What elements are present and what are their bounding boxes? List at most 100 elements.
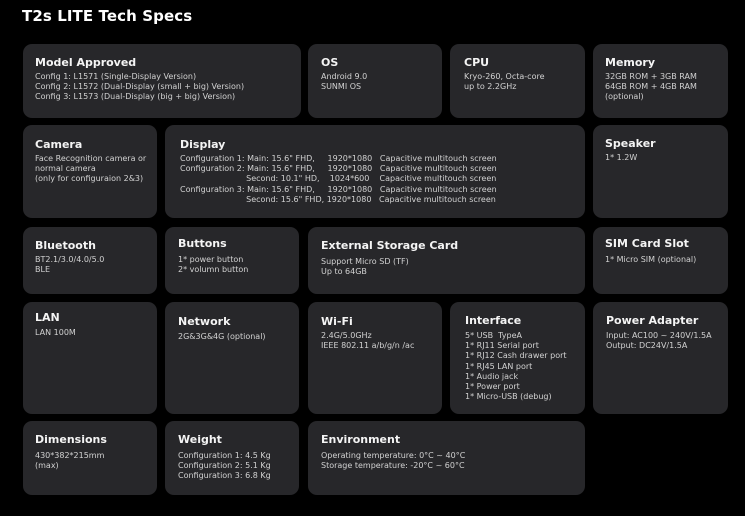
- card-title: Interface: [465, 314, 522, 327]
- card-body: 5* USB TypeA 1* RJ11 Serial port 1* RJ12 C…: [465, 331, 567, 402]
- spec-line: BT2.1/3.0/4.0/5.0: [35, 255, 105, 264]
- card-body: 2.4G/5.0GHz IEEE 802.11 a/b/g/n /ac: [321, 331, 414, 351]
- spec-line: (max): [35, 461, 59, 471]
- card-title: Bluetooth: [35, 239, 96, 252]
- spec-line: Input: AC100 ~ 240V/1.5A: [606, 331, 712, 340]
- spec-line: 2* volumn button: [178, 265, 249, 275]
- card-title: Power Adapter: [606, 314, 699, 327]
- spec-line: Config 2: L1572 (Dual-Display (small + b…: [35, 82, 245, 92]
- card-title: Memory: [605, 56, 656, 69]
- card-body: Kryo-260, Octa-core up to 2.2GHz: [464, 72, 545, 92]
- card-title: Network: [178, 315, 231, 328]
- card-body: LAN 100M: [35, 328, 76, 338]
- spec-line: Android 9.0: [321, 72, 368, 81]
- card-title: Display: [180, 138, 226, 151]
- card-title: External Storage Card: [321, 239, 459, 252]
- card-body: Configuration 1: Main: 15.6" FHD, 1920*1…: [180, 154, 497, 205]
- spec-line: BLE: [35, 265, 50, 275]
- spec-line: 430*382*215mm: [35, 451, 105, 460]
- spec-card-memory: Memory 32GB ROM + 3GB RAM 64GB ROM + 4GB …: [593, 44, 728, 118]
- spec-card-environment: Environment Operating temperature: 0°C ~…: [308, 421, 585, 495]
- card-title: Weight: [178, 433, 222, 446]
- spec-card-cpu: CPU Kryo-260, Octa-core up to 2.2GHz: [450, 44, 585, 118]
- card-body: 32GB ROM + 3GB RAM 64GB ROM + 4GB RAM (opt…: [605, 72, 697, 103]
- spec-line: Second: 15.6" FHD, 1920*1080 Capacitive …: [180, 194, 496, 204]
- card-body: Operating temperature: 0°C ~ 40°C Storage…: [321, 451, 465, 471]
- spec-line: Output: DC24V/1.5A: [606, 341, 688, 351]
- card-body: Face Recognition camera or normal camera(…: [35, 154, 146, 185]
- card-title: CPU: [464, 56, 490, 69]
- card-title: LAN: [35, 311, 60, 324]
- card-body: Support Micro SD (TF) Up to 64GB: [321, 257, 409, 277]
- spec-line: Second: 10.1" HD, 1024*600 Capacitive mu…: [180, 174, 497, 184]
- spec-line: 1* RJ12 Cash drawer port: [465, 351, 567, 361]
- spec-line: 5* USB TypeA: [465, 331, 522, 340]
- spec-line: normal camera: [35, 164, 96, 174]
- spec-line: Configuration 2: Main: 15.6" FHD, 1920*1…: [180, 164, 497, 174]
- card-body: BT2.1/3.0/4.0/5.0 BLE: [35, 255, 104, 275]
- card-body: 2G&3G&4G (optional): [178, 332, 266, 342]
- card-title: Model Approved: [35, 56, 137, 69]
- spec-line: LAN 100M: [35, 328, 76, 337]
- card-body: 430*382*215mm (max): [35, 451, 104, 471]
- card-body: Config 1: L1571 (Single-Display Version)…: [35, 72, 244, 103]
- spec-line: 1* Audio jack: [465, 371, 519, 381]
- card-body: Configuration 1: 4.5 Kg Configuration 2: …: [178, 451, 271, 482]
- card-title: Buttons: [178, 237, 227, 250]
- spec-card-interface: Interface 5* USB TypeA 1* RJ11 Serial por…: [450, 302, 585, 414]
- spec-card-storage: External Storage Card Support Micro SD (…: [308, 227, 585, 294]
- spec-line: 2.4G/5.0GHz: [321, 331, 372, 340]
- spec-line: (optional): [605, 92, 644, 102]
- spec-line: Config 1: L1571 (Single-Display Version): [35, 72, 197, 81]
- spec-line: Configuration 1: 4.5 Kg: [178, 451, 271, 460]
- spec-line: Configuration 3: 6.8 Kg: [178, 471, 271, 481]
- spec-line: Configuration 3: Main: 15.6" FHD, 1920*1…: [180, 184, 497, 194]
- card-title: Speaker: [605, 137, 656, 150]
- spec-card-wifi: Wi-Fi 2.4G/5.0GHz IEEE 802.11 a/b/g/n /ac: [308, 302, 442, 414]
- spec-line: 1* power button: [178, 255, 244, 264]
- spec-card-lan: LAN LAN 100M: [23, 302, 157, 414]
- spec-line: 32GB ROM + 3GB RAM: [605, 72, 697, 81]
- card-body: 1* power button 2* volumn button: [178, 255, 248, 275]
- card-title: Environment: [321, 433, 401, 446]
- spec-line: Config 3: L1573 (Dual-Display (big + big…: [35, 92, 236, 102]
- spec-card-weight: Weight Configuration 1: 4.5 Kg Configurat…: [165, 421, 299, 495]
- card-body: Android 9.0 SUNMI OS: [321, 72, 367, 92]
- spec-line: 1* Power port: [465, 382, 520, 392]
- spec-line: Operating temperature: 0°C ~ 40°C: [321, 451, 466, 460]
- spec-line: 1* Micro-USB (debug): [465, 392, 552, 402]
- spec-line: 1* 1.2W: [605, 153, 638, 162]
- card-title: Camera: [35, 138, 83, 151]
- spec-line: 1* RJ11 Serial port: [465, 341, 539, 351]
- spec-card-sim: SIM Card Slot 1* Micro SIM (optional): [593, 227, 728, 294]
- spec-card-buttons: Buttons 1* power button 2* volumn button: [165, 227, 299, 294]
- card-title: OS: [321, 56, 339, 69]
- card-body: 1* 1.2W: [605, 153, 637, 163]
- spec-card-camera: Camera Face Recognition camera or normal …: [23, 125, 157, 218]
- spec-line: Face Recognition camera or: [35, 154, 147, 163]
- spec-line: Support Micro SD (TF): [321, 257, 409, 266]
- card-body: Input: AC100 ~ 240V/1.5A Output: DC24V/1.…: [606, 331, 712, 351]
- page-title: T2s LITE Tech Specs: [22, 7, 193, 25]
- spec-card-display: Display Configuration 1: Main: 15.6" FHD…: [165, 125, 585, 218]
- spec-card-dimensions: Dimensions 430*382*215mm (max): [23, 421, 157, 495]
- spec-line: IEEE 802.11 a/b/g/n /ac: [321, 341, 415, 351]
- spec-line: up to 2.2GHz: [464, 82, 517, 92]
- spec-line: 1* Micro SIM (optional): [605, 255, 697, 264]
- spec-line: Storage temperature: -20°C ~ 60°C: [321, 461, 465, 471]
- spec-line: 64GB ROM + 4GB RAM: [605, 82, 697, 92]
- spec-card-model: Model Approved Config 1: L1571 (Single-D…: [23, 44, 301, 118]
- spec-line: SUNMI OS: [321, 82, 362, 92]
- card-title: Dimensions: [35, 433, 107, 446]
- spec-line: Configuration 2: 5.1 Kg: [178, 461, 271, 471]
- spec-card-network: Network 2G&3G&4G (optional): [165, 302, 299, 414]
- spec-card-speaker: Speaker 1* 1.2W: [593, 125, 728, 218]
- spec-card-power: Power Adapter Input: AC100 ~ 240V/1.5A Ou…: [593, 302, 728, 414]
- spec-line: Configuration 1: Main: 15.6" FHD, 1920*1…: [180, 154, 497, 163]
- card-body: 1* Micro SIM (optional): [605, 255, 696, 265]
- spec-line: Kryo-260, Octa-core: [464, 72, 545, 81]
- spec-line: 1* RJ45 LAN port: [465, 361, 533, 371]
- spec-line: 2G&3G&4G (optional): [178, 332, 266, 341]
- spec-line: (only for configuraion 2&3): [35, 174, 144, 184]
- spec-card-os: OS Android 9.0 SUNMI OS: [308, 44, 442, 118]
